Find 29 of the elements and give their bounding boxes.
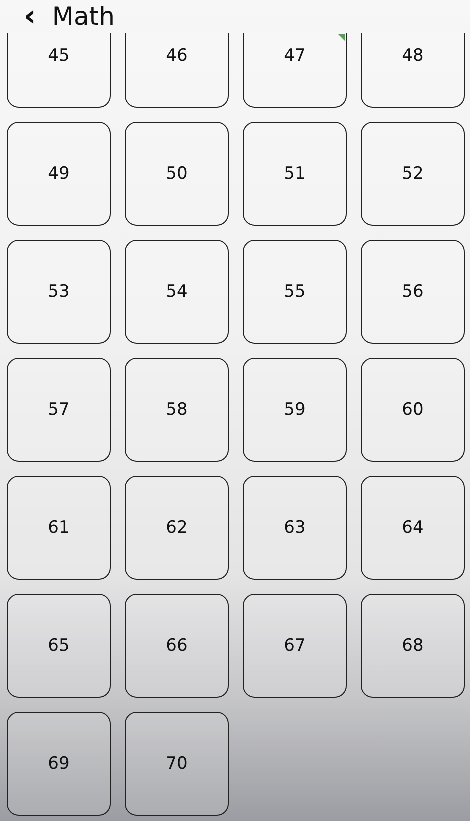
number-tile[interactable]: 51 xyxy=(243,122,347,226)
number-tile[interactable]: 50 xyxy=(125,122,229,226)
back-button[interactable]: ‹ xyxy=(20,2,40,30)
number-tile[interactable]: 46 xyxy=(125,33,229,108)
number-tile[interactable]: 65 xyxy=(7,594,111,698)
page-title: Math xyxy=(52,2,115,31)
number-tile[interactable]: 69 xyxy=(7,712,111,816)
number-tile[interactable]: 62 xyxy=(125,476,229,580)
number-tile[interactable]: 47 xyxy=(243,33,347,108)
number-tile[interactable]: 63 xyxy=(243,476,347,580)
number-tile[interactable]: 56 xyxy=(361,240,465,344)
number-tile[interactable]: 66 xyxy=(125,594,229,698)
number-tile[interactable]: 58 xyxy=(125,358,229,462)
number-tile[interactable]: 52 xyxy=(361,122,465,226)
number-tile[interactable]: 67 xyxy=(243,594,347,698)
number-tile[interactable]: 68 xyxy=(361,594,465,698)
number-tile[interactable]: 48 xyxy=(361,33,465,108)
number-tile[interactable]: 64 xyxy=(361,476,465,580)
number-tile[interactable]: 70 xyxy=(125,712,229,816)
number-tile[interactable]: 53 xyxy=(7,240,111,344)
number-tile[interactable]: 61 xyxy=(7,476,111,580)
number-tile[interactable]: 45 xyxy=(7,33,111,108)
number-tile[interactable]: 59 xyxy=(243,358,347,462)
number-tile[interactable]: 57 xyxy=(7,358,111,462)
number-tile[interactable]: 54 xyxy=(125,240,229,344)
number-tile[interactable]: 49 xyxy=(7,122,111,226)
number-tile[interactable]: 60 xyxy=(361,358,465,462)
number-tile[interactable]: 55 xyxy=(243,240,347,344)
corner-flag-icon xyxy=(338,34,345,41)
